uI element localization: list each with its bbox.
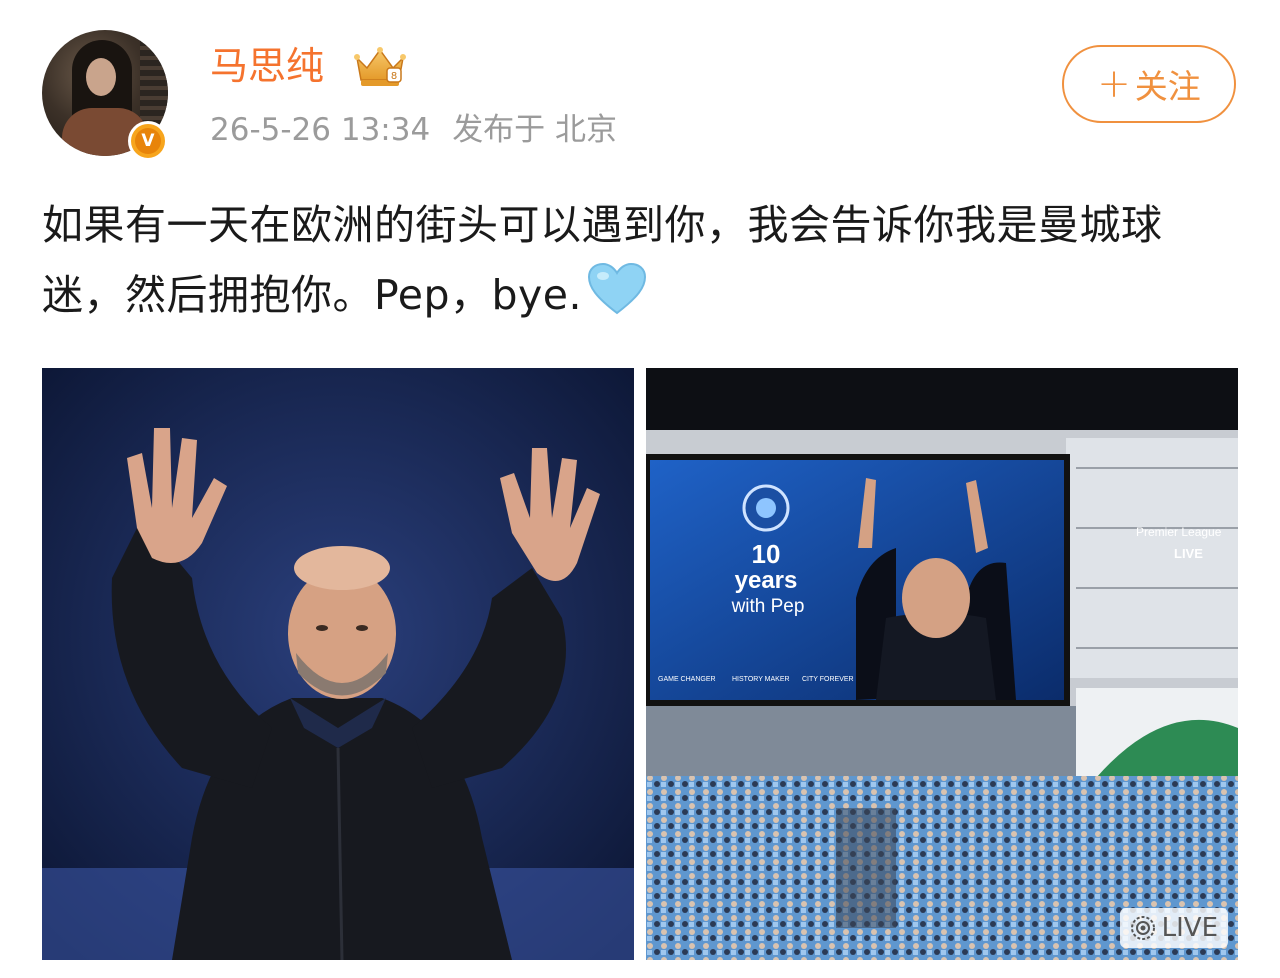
stadium-photo: 10 years with Pep GAME CHANGER HISTORY M… (646, 368, 1238, 960)
post-meta: 26-5-26 13:34 发布于 北京 (210, 110, 617, 150)
screen-line1: years (735, 567, 798, 594)
post-location: 发布于 北京 (452, 112, 618, 148)
coach-photo (42, 368, 634, 960)
live-badge[interactable]: LIVE (1119, 908, 1228, 948)
svg-text:8: 8 (391, 71, 397, 82)
follow-label: 关注 (1134, 67, 1201, 106)
follow-button[interactable]: + 关注 (1062, 45, 1236, 123)
live-label: LIVE (1161, 913, 1218, 943)
screen-footer-2: HISTORY MAKER (732, 676, 790, 683)
screen-footer-1: GAME CHANGER (658, 676, 716, 683)
post-text: 如果有一天在欧洲的街头可以遇到你，我会告诉你我是曼城球迷，然后拥抱你。Pep，b… (42, 190, 1242, 330)
broadcast-tag: Premier League (1136, 525, 1222, 539)
light-blue-heart-icon (588, 262, 647, 315)
crown-icon: 8 (354, 47, 406, 86)
username[interactable]: 马思纯 (210, 43, 324, 89)
screen-line2: with Pep (731, 596, 805, 617)
post-image-2[interactable]: 10 years with Pep GAME CHANGER HISTORY M… (646, 368, 1238, 960)
broadcast-live: LIVE (1174, 546, 1203, 561)
post-image-1[interactable] (42, 368, 634, 960)
verified-badge-icon: V (128, 121, 168, 161)
live-photo-icon (1130, 916, 1155, 940)
screen-number: 10 (752, 539, 781, 569)
plus-icon: + (1097, 61, 1131, 107)
post-time: 26-5-26 13:34 (210, 112, 431, 148)
screen-footer-3: CITY FOREVER (802, 676, 854, 683)
